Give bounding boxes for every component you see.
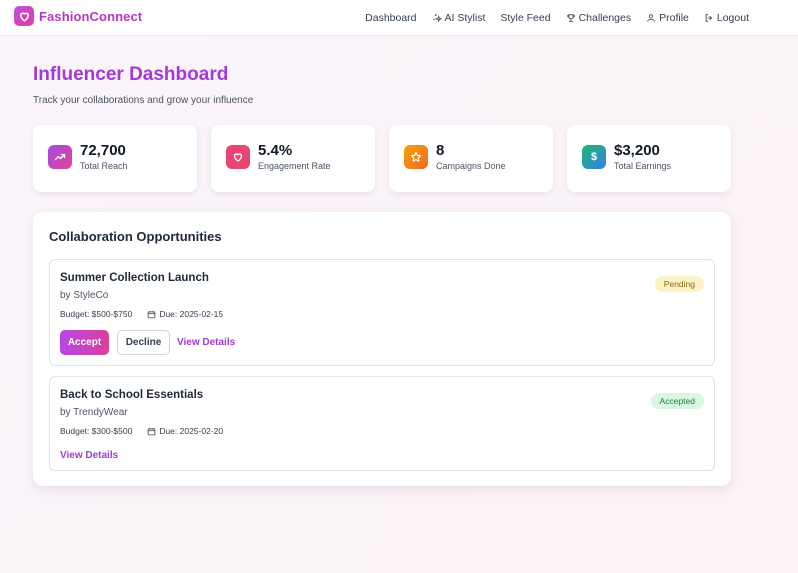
trophy-icon — [566, 14, 575, 22]
view-details-link[interactable]: View Details — [177, 337, 235, 348]
stat-label: Total Earnings — [614, 161, 672, 171]
calendar-icon — [148, 310, 156, 318]
stat-card-engagement-rate: 5.4% Engagement Rate — [211, 125, 375, 192]
star-icon — [404, 145, 428, 169]
nav-profile[interactable]: Profile — [646, 12, 689, 24]
opportunity-due-text: Due: 2025-02-20 — [159, 426, 224, 436]
nav-logout[interactable]: Logout — [704, 12, 749, 24]
opportunity-title: Summer Collection Launch — [60, 272, 209, 284]
panel-title: Collaboration Opportunities — [49, 229, 222, 244]
page-subtitle: Track your collaborations and grow your … — [33, 95, 254, 106]
stat-value: 72,700 — [80, 142, 126, 159]
brand-name: FashionConnect — [39, 8, 143, 24]
opportunity-due: Due: 2025-02-20 — [147, 426, 223, 436]
stat-card-total-earnings: $ $3,200 Total Earnings — [567, 125, 731, 192]
stat-card-total-reach: 72,700 Total Reach — [33, 125, 197, 192]
top-nav: FashionConnect Dashboard AI Stylist Styl… — [0, 0, 798, 36]
opportunity-meta: Budget: $500-$750 Due: 2025-02-15 — [60, 309, 223, 319]
opportunity-card: Summer Collection Launch by StyleCo Budg… — [49, 259, 715, 366]
status-badge: Accepted — [650, 393, 704, 409]
nav-dashboard[interactable]: Dashboard — [365, 12, 416, 24]
nav-style-feed-label: Style Feed — [500, 12, 551, 24]
nav-logout-label: Logout — [716, 12, 749, 24]
decline-button[interactable]: Decline — [117, 330, 170, 355]
opportunity-title: Back to School Essentials — [60, 389, 204, 401]
calendar-icon — [148, 427, 156, 435]
sparkles-icon — [432, 14, 442, 23]
opportunity-brand: by TrendyWear — [60, 407, 128, 418]
stat-label: Campaigns Done — [436, 161, 506, 171]
brand[interactable]: FashionConnect — [14, 6, 142, 26]
nav-style-feed[interactable]: Style Feed — [500, 12, 550, 24]
stat-card-campaigns-done: 8 Campaigns Done — [389, 125, 553, 192]
stat-label: Total Reach — [80, 161, 128, 171]
heart-icon — [14, 6, 34, 26]
stat-value: 5.4% — [258, 142, 293, 159]
trending-up-icon — [48, 145, 72, 169]
opportunity-due: Due: 2025-02-15 — [147, 309, 223, 319]
nav-ai-stylist-label: AI Stylist — [444, 12, 486, 24]
stat-value: 8 — [436, 142, 445, 159]
nav-challenges[interactable]: Challenges — [566, 12, 632, 24]
collaboration-panel: Collaboration Opportunities Summer Colle… — [33, 212, 731, 486]
opportunity-brand: by StyleCo — [60, 290, 109, 301]
opportunity-meta: Budget: $300-$500 Due: 2025-02-20 — [60, 426, 223, 436]
stat-label: Engagement Rate — [258, 161, 331, 171]
stat-value: $3,200 — [614, 142, 660, 159]
user-icon — [647, 14, 655, 22]
view-details-link[interactable]: View Details — [60, 450, 118, 461]
dollar-icon: $ — [582, 145, 606, 169]
status-badge: Pending — [654, 276, 704, 292]
nav-links: Dashboard AI Stylist Style Feed Challeng… — [350, 0, 749, 36]
opportunity-card: Back to School Essentials by TrendyWear … — [49, 376, 715, 471]
opportunity-due-text: Due: 2025-02-15 — [159, 309, 224, 319]
nav-profile-label: Profile — [659, 12, 689, 24]
opportunity-budget: Budget: $300-$500 — [60, 426, 133, 436]
heart-icon — [226, 145, 250, 169]
logout-icon — [705, 14, 712, 22]
accept-button[interactable]: Accept — [60, 330, 109, 355]
nav-dashboard-label: Dashboard — [365, 12, 417, 24]
opportunity-budget: Budget: $500-$750 — [60, 309, 133, 319]
nav-challenges-label: Challenges — [578, 12, 632, 24]
nav-ai-stylist[interactable]: AI Stylist — [432, 12, 486, 24]
page-title: Influencer Dashboard — [33, 64, 229, 85]
